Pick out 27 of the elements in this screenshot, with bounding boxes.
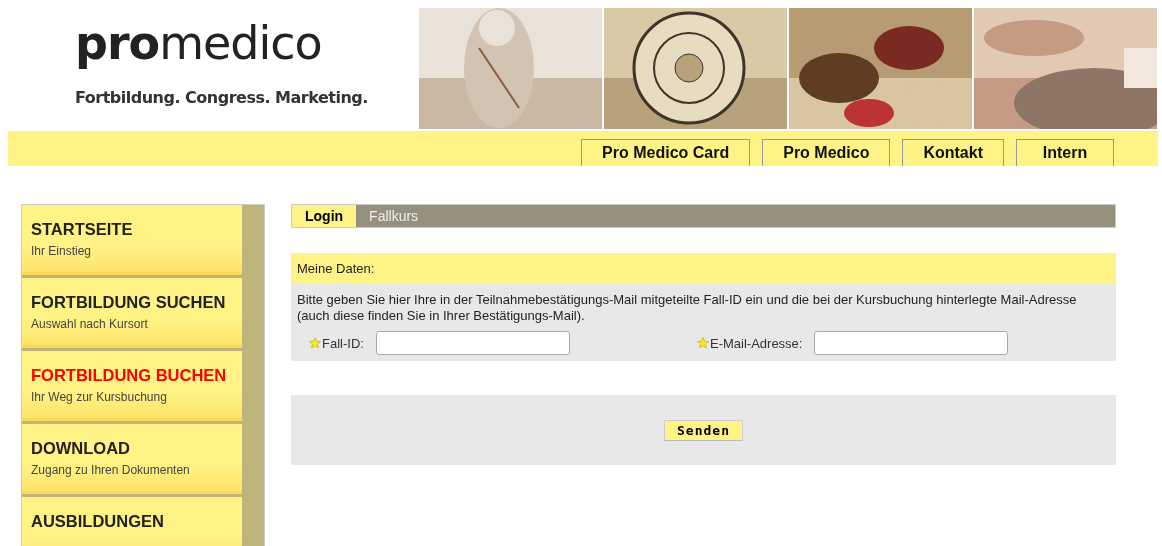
sidebar-item-title: STARTSEITE [31,220,134,239]
sidebar-item[interactable]: AUSBILDUNGEN [22,497,242,546]
sidebar-item[interactable]: FORTBILDUNG BUCHEN Ihr Weg zur Kursbuchung [22,351,242,421]
send-button[interactable]: Senden [664,419,743,441]
logo-tagline: Fortbildung. Congress. Marketing. [75,88,369,107]
nav-tab[interactable]: Pro Medico Card [581,139,751,166]
sidebar-item-subtitle: Zugang zu Ihren Dokumenten [31,463,191,477]
nav-tab[interactable]: Kontakt [902,139,1004,166]
sidebar-item[interactable]: DOWNLOAD Zugang zu Ihren Dokumenten [22,424,242,494]
sidebar-item-title: AUSBILDUNGEN [31,512,165,531]
sidebar-item-subtitle: Ihr Weg zur Kursbuchung [31,390,168,404]
sidebar-item-title: FORTBILDUNG BUCHEN [31,366,228,385]
sidebar-item[interactable]: STARTSEITE Ihr Einstieg [22,205,242,275]
nav-tab[interactable]: Intern [1016,139,1114,166]
sidebar-item-subtitle: Ihr Einstieg [31,244,93,258]
field-label: Fall-ID: [322,335,364,351]
sidebar-item-title: FORTBILDUNG SUCHEN [31,293,227,312]
input-field[interactable] [814,331,1009,356]
section-heading: Meine Daten: [291,253,1116,284]
field-label: E-Mail-Adresse: [710,335,803,351]
input-field[interactable] [375,331,570,356]
instructions-text: Bitte geben Sie hier Ihre in der Teilnahmebestätigungs-Mail mitgeteilte Fall-ID ein und die bei der Kursbuchung hinterlegte Mail-Adresse (auch diese finden Sie in Ihrer Bestätigungs-Mail). [297,292,1078,324]
nav-tab[interactable]: Pro Medico [762,139,891,166]
tab[interactable]: Login [292,205,357,227]
sidebar-item[interactable]: FORTBILDUNG SUCHEN Auswahl nach Kursort [22,278,242,348]
sidebar-item-subtitle: Auswahl nach Kursort [31,317,149,331]
sidebar-item-title: DOWNLOAD [31,439,131,458]
